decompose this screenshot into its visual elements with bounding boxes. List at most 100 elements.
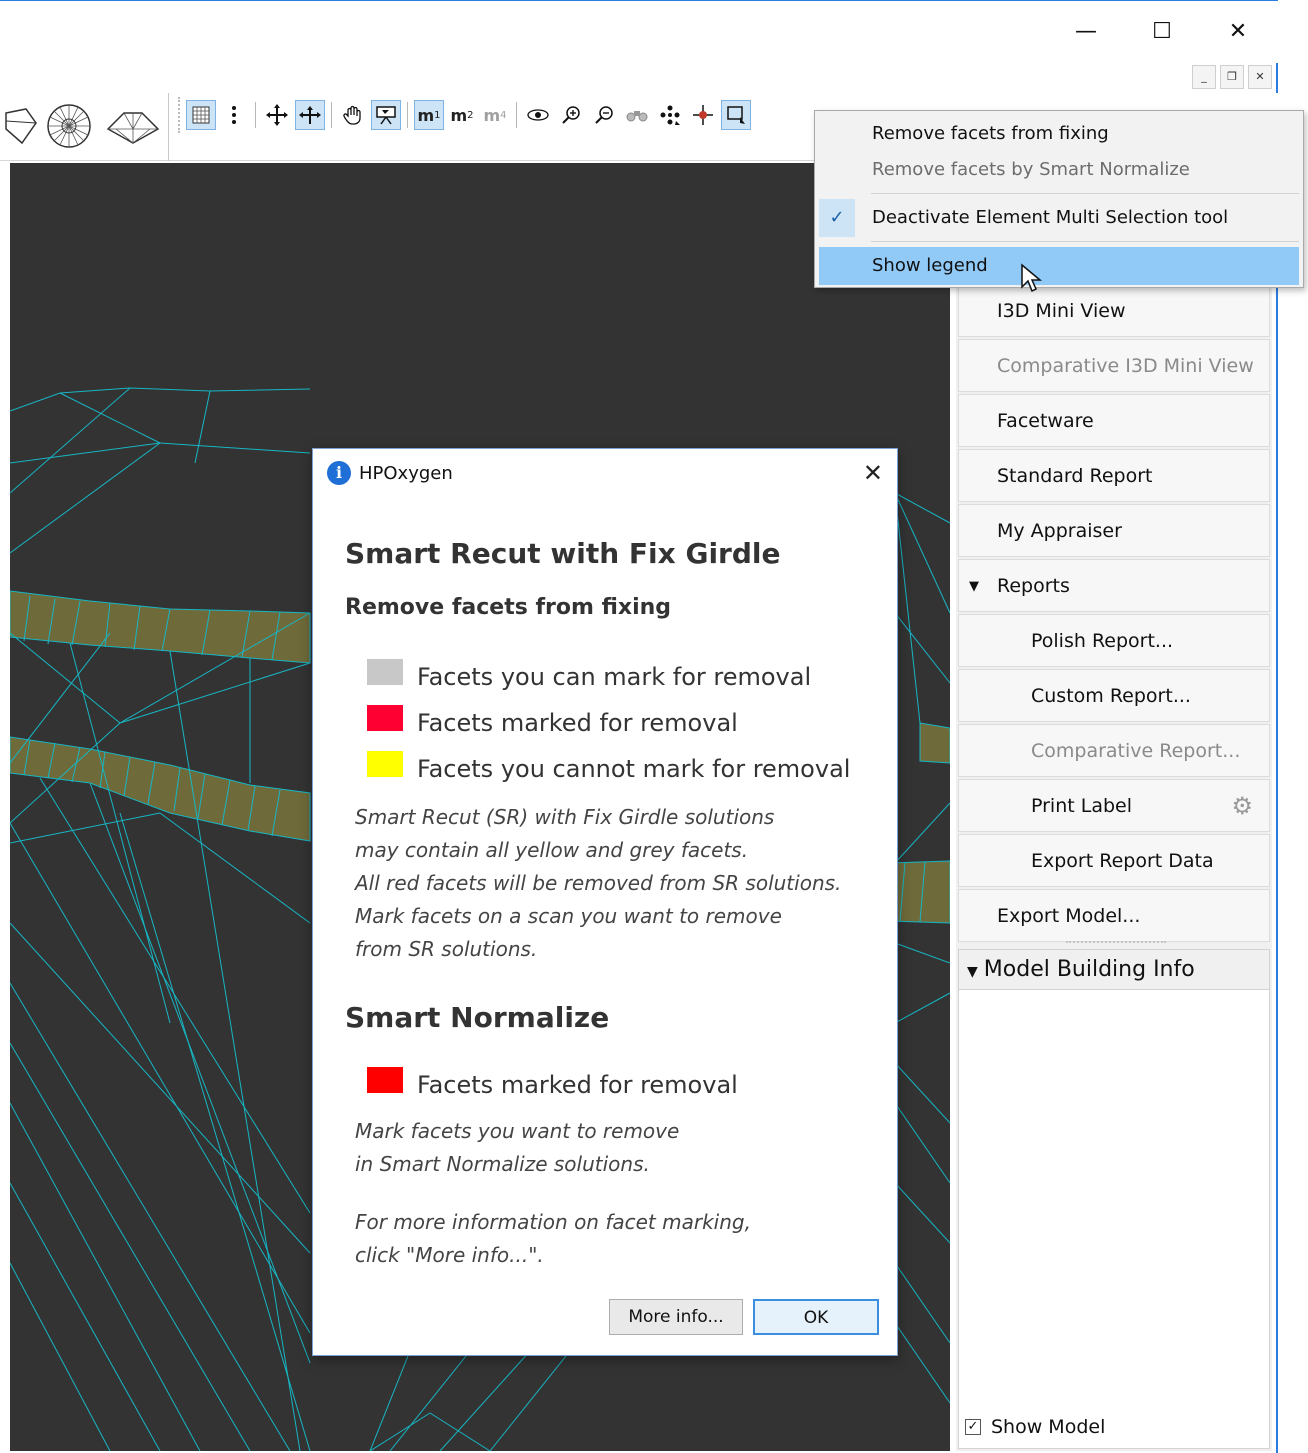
mdi-minimize-button[interactable]: _ [1192,65,1216,89]
yellow-swatch [367,751,403,777]
pan-arrows-icon [299,106,321,124]
title-bar: — ☐ ✕ [0,1,1278,63]
menu-separator [871,241,1299,242]
panel-item-export-model[interactable]: Export Model... [958,889,1270,942]
maximize-button[interactable]: ☐ [1142,15,1182,49]
diamond-profile-icon[interactable] [104,103,162,149]
pan-button[interactable] [295,100,325,130]
eye-icon [527,109,549,121]
move-arrows-icon [266,104,288,126]
collapse-arrow-icon: ▼ [967,964,978,980]
scatter-points-button[interactable] [655,100,685,130]
app-window: — ☐ ✕ _ ❐ ✕ m 1 m 2 m 4 I3D Mini View Co… [0,0,1304,1453]
dialog-title-bar: i HPOxygen [327,461,453,485]
panel-item-standard-report[interactable]: Standard Report [958,449,1270,502]
legend-row-smart-normalize-red: Facets marked for removal [367,1067,738,1099]
presentation-icon [376,106,396,125]
more-options-button[interactable] [219,100,249,130]
red-swatch [367,705,403,731]
toolbar-button-group: m1 m2 m4 [178,97,754,133]
panel-item-label: Facetware [997,410,1094,432]
panel-item-custom-report[interactable]: Custom Report... [958,669,1270,722]
dialog-heading: Smart Recut with Fix Girdle [345,537,781,570]
diamond-top-view-icon[interactable] [42,103,96,149]
panel-splitter-handle[interactable] [1066,941,1166,945]
panel-item-label: Export Model... [997,905,1141,927]
zoom-out-icon [595,106,613,124]
section-smart-normalize-title: Smart Normalize [345,1001,610,1034]
legend-row-yellow: Facets you cannot mark for removal [367,751,850,783]
m1-button[interactable]: m1 [414,100,444,130]
vertical-dots-icon [232,106,236,124]
crosshair-icon [693,105,713,125]
show-model-toggle[interactable]: ✓ Show Model [965,1416,1105,1438]
panel-item-export-report-data[interactable]: Export Report Data [958,834,1270,887]
selection-rectangle-icon [727,106,745,124]
m2-button[interactable]: m2 [447,100,477,130]
center-point-button[interactable] [688,100,718,130]
panel-item-i3d-mini-view[interactable]: I3D Mini View [958,284,1270,337]
panel-item-label: I3D Mini View [997,300,1126,322]
panel-item-print-label[interactable]: Print Label ⚙ [958,779,1270,832]
toolbar-divider [516,102,517,128]
panel-item-reports[interactable]: ▼ Reports [958,559,1270,612]
panel-item-my-appraiser[interactable]: My Appraiser [958,504,1270,557]
grid-view-button[interactable] [186,100,216,130]
menu-separator [871,193,1299,194]
ok-button[interactable]: OK [753,1299,879,1335]
diamond-side-view-icon[interactable] [4,103,38,149]
element-selection-button[interactable] [721,100,751,130]
smart-recut-note: Smart Recut (SR) with Fix Girdle solutio… [355,805,842,961]
panel-item-comparative-i3d-mini-view[interactable]: Comparative I3D Mini View [958,339,1270,392]
presentation-button[interactable] [371,100,401,130]
m4-button[interactable]: m4 [480,100,510,130]
menu-item-remove-facets-from-fixing[interactable]: Remove facets from fixing [819,115,1299,153]
legend-dialog: i HPOxygen ✕ Smart Recut with Fix Girdle… [312,448,898,1356]
element-selection-context-menu: Remove facets from fixing Remove facets … [814,110,1304,288]
menu-item-remove-facets-by-smart-normalize[interactable]: Remove facets by Smart Normalize [819,151,1299,189]
panel-item-comparative-report[interactable]: Comparative Report... [958,724,1270,777]
gear-icon[interactable]: ⚙ [1231,780,1253,833]
legend-label: Facets you can mark for removal [417,663,812,691]
zoom-in-button[interactable] [556,100,586,130]
zoom-out-button[interactable] [589,100,619,130]
more-info-button[interactable]: More info... [609,1299,743,1335]
panel-item-label: Comparative Report... [1031,740,1241,762]
model-building-info-panel: ▼ Model Building Info ✓ Show Model [958,949,1270,1449]
close-button[interactable]: ✕ [1218,15,1258,49]
menu-item-show-legend[interactable]: Show legend [819,247,1299,285]
panel-item-facetware[interactable]: Facetware [958,394,1270,447]
legend-label: Facets marked for removal [417,709,738,737]
smart-normalize-note: Mark facets you want to remove in Smart … [355,1119,680,1176]
m4-label: m [483,105,501,125]
menu-item-deactivate-multi-selection[interactable]: Deactivate Element Multi Selection tool [819,199,1299,237]
move-button[interactable] [262,100,292,130]
binoculars-button[interactable] [622,100,652,130]
panel-item-label: Custom Report... [1031,685,1191,707]
expand-arrow-icon: ▼ [969,579,979,594]
mdi-restore-button[interactable]: ❐ [1220,65,1244,89]
binoculars-icon [626,111,648,122]
toolbar-divider [331,102,332,128]
minimize-button[interactable]: — [1066,15,1106,49]
dialog-close-button[interactable]: ✕ [863,459,883,487]
dialog-title: HPOxygen [359,462,453,484]
show-model-checkbox[interactable]: ✓ [965,1419,981,1435]
mdi-controls: _ ❐ ✕ [1192,65,1272,89]
panel-item-polish-report[interactable]: Polish Report... [958,614,1270,667]
view-eye-button[interactable] [523,100,553,130]
mdi-close-button[interactable]: ✕ [1248,65,1272,89]
hand-icon [343,105,361,125]
toolbar-separator [168,93,169,161]
grey-swatch [367,659,403,685]
panel-item-label: Standard Report [997,465,1153,487]
panel-item-label: Export Report Data [1031,850,1214,872]
model-building-info-header[interactable]: ▼ Model Building Info [959,950,1269,990]
section-remove-facets-title: Remove facets from fixing [345,595,672,620]
panel-item-label: Comparative I3D Mini View [997,355,1254,377]
zoom-in-icon [562,106,580,124]
legend-row-red: Facets marked for removal [367,705,738,737]
hand-tool-button[interactable] [338,100,368,130]
m1-subscript: 1 [434,109,441,121]
panel-item-label: Polish Report... [1031,630,1174,652]
